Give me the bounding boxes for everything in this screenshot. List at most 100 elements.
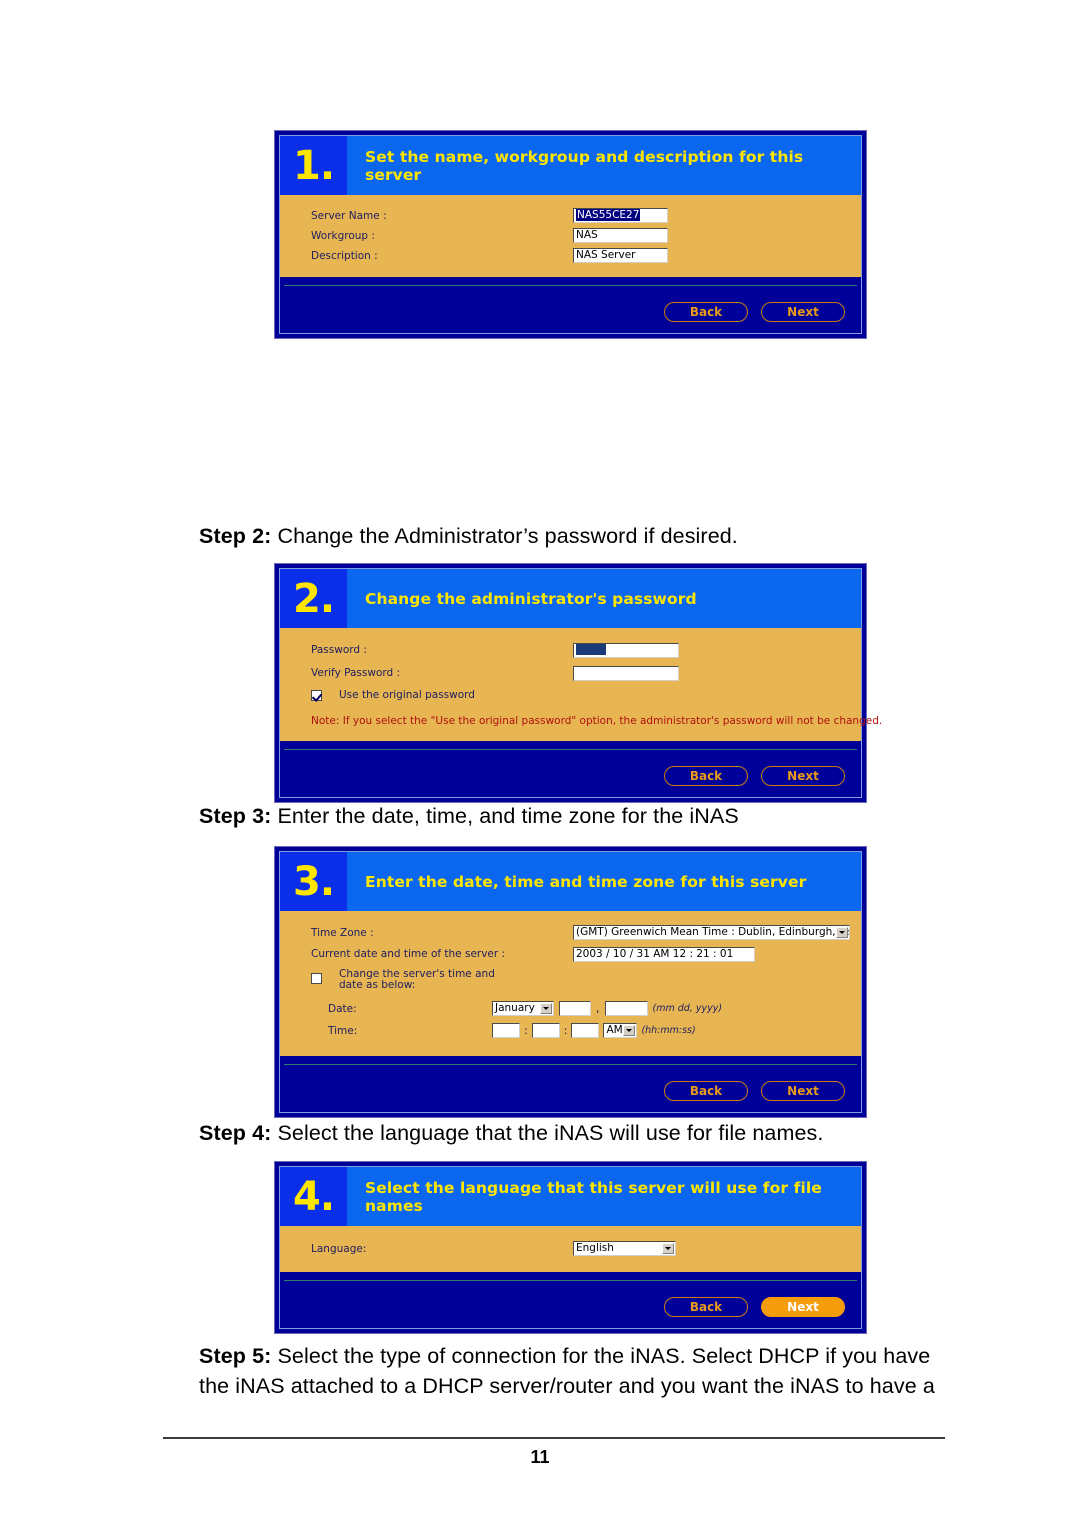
wizard-3-title: Enter the date, time and time zone for t…: [365, 872, 807, 891]
date-label: Date:: [328, 1002, 357, 1015]
wizard-4-footer: Back Next: [280, 1272, 861, 1328]
timezone-value: (GMT) Greenwich Mean Time : Dublin, Edin…: [576, 926, 849, 938]
wizard-4-body: Language: English: [280, 1226, 861, 1272]
wizard-3-inner: 3. Enter the date, time and time zone fo…: [279, 851, 862, 1113]
step-4-label: Step 4:: [199, 1121, 272, 1145]
wizard-1-footer: Back Next: [280, 277, 861, 333]
use-original-password-checkbox[interactable]: [311, 689, 322, 701]
server-name-input[interactable]: NAS55CE27: [573, 208, 668, 223]
wizard-2-back-button[interactable]: Back: [664, 766, 748, 786]
wizard-1-step-number: 1.: [280, 136, 347, 195]
time-hour-input[interactable]: [492, 1023, 520, 1038]
date-format-hint: (mm dd, yyyy): [652, 1003, 723, 1014]
password-row: Password :: [280, 639, 861, 661]
wizard-4-next-button[interactable]: Next: [761, 1297, 845, 1317]
password-input[interactable]: [573, 642, 679, 658]
paragraph-step-3: Step 3: Enter the date, time, and time z…: [199, 801, 919, 831]
language-field-wrap: English: [573, 1241, 676, 1256]
wizard-3-next-button[interactable]: Next: [761, 1081, 845, 1101]
paragraph-step-4: Step 4: Select the language that the iNA…: [199, 1118, 959, 1148]
language-value: English: [576, 1242, 614, 1254]
time-meridiem-select[interactable]: AM: [603, 1023, 638, 1038]
date-year-input[interactable]: [604, 1001, 648, 1016]
wizard-4-title: Select the language that this server wil…: [365, 1178, 822, 1215]
verify-password-label: Verify Password :: [311, 667, 401, 679]
step-2-label: Step 2:: [199, 524, 272, 548]
step-3-label: Step 3:: [199, 804, 272, 828]
step-5-label: Step 5:: [199, 1344, 272, 1368]
wizard-2-title: Change the administrator's password: [365, 589, 697, 608]
time-colon-1: :: [524, 1024, 528, 1037]
chevron-down-icon[interactable]: [662, 1243, 674, 1254]
wizard-2-inner: 2. Change the administrator's password P…: [279, 568, 882, 798]
current-datetime-field-wrap: 2003 / 10 / 31 AM 12 : 21 : 01: [573, 946, 755, 962]
change-datetime-checkbox[interactable]: [311, 973, 322, 984]
wizard-1-back-button[interactable]: Back: [664, 302, 748, 322]
description-input[interactable]: NAS Server: [573, 248, 668, 263]
time-second-input[interactable]: [571, 1023, 600, 1038]
workgroup-row: Workgroup : NAS: [280, 226, 861, 245]
server-name-value: NAS55CE27: [576, 209, 641, 221]
date-day-input[interactable]: [559, 1001, 591, 1016]
current-datetime-input[interactable]: 2003 / 10 / 31 AM 12 : 21 : 01: [573, 946, 755, 962]
language-select[interactable]: English: [573, 1241, 676, 1256]
wizard-3-header: 3. Enter the date, time and time zone fo…: [280, 852, 861, 911]
timezone-row: Time Zone : (GMT) Greenwich Mean Time : …: [280, 922, 861, 943]
password-field-wrap: [573, 642, 679, 658]
date-row: Date: January , (mm dd, yyyy): [280, 998, 861, 1019]
wizard-3-footer: Back Next: [280, 1056, 861, 1112]
current-datetime-row: Current date and time of the server : 20…: [280, 944, 861, 964]
change-datetime-row[interactable]: Change the server's time and date as bel…: [280, 965, 861, 997]
wizard-2-button-row: Back Next: [664, 766, 845, 786]
chevron-down-icon[interactable]: [540, 1003, 552, 1014]
paragraph-step-5: Step 5: Select the type of connection fo…: [199, 1341, 949, 1401]
wizard-1-inner: 1. Set the name, workgroup and descripti…: [279, 135, 862, 334]
time-label: Time:: [328, 1024, 358, 1037]
wizard-1-title: Set the name, workgroup and description …: [365, 147, 804, 184]
timezone-select[interactable]: (GMT) Greenwich Mean Time : Dublin, Edin…: [573, 925, 850, 940]
password-masked-value: [576, 643, 606, 655]
time-controls: : : AM (hh:mm:ss): [492, 1023, 696, 1038]
workgroup-label: Workgroup :: [311, 229, 375, 242]
wizard-2-next-button[interactable]: Next: [761, 766, 845, 786]
use-original-password-row[interactable]: Use the original password: [280, 685, 861, 705]
step-5-text: Select the type of connection for the iN…: [199, 1344, 935, 1398]
wizard-2-header: 2. Change the administrator's password: [280, 569, 861, 628]
time-minute-input[interactable]: [531, 1023, 560, 1038]
wizard-1-next-button[interactable]: Next: [761, 302, 845, 322]
verify-password-row: Verify Password :: [280, 662, 861, 684]
date-month-select[interactable]: January: [492, 1001, 554, 1016]
verify-password-input[interactable]: [573, 665, 679, 681]
verify-password-field-wrap: [573, 665, 679, 681]
change-datetime-label: Change the server's time and date as bel…: [339, 968, 495, 991]
wizard-panel-4: 4. Select the language that this server …: [274, 1161, 867, 1334]
time-format-hint: (hh:mm:ss): [641, 1025, 696, 1036]
date-comma-separator: ,: [596, 1002, 600, 1015]
server-name-row: Server Name : NAS55CE27: [280, 206, 861, 225]
wizard-3-body: Time Zone : (GMT) Greenwich Mean Time : …: [280, 911, 861, 1056]
step-2-text: Change the Administrator’s password if d…: [271, 524, 738, 548]
wizard-3-back-button[interactable]: Back: [664, 1081, 748, 1101]
wizard-panel-3: 3. Enter the date, time and time zone fo…: [274, 846, 867, 1118]
step-4-text: Select the language that the iNAS will u…: [271, 1121, 824, 1145]
time-meridiem-value: AM: [606, 1024, 623, 1036]
password-label: Password :: [311, 644, 367, 656]
page-number: 11: [530, 1447, 550, 1467]
wizard-3-step-number: 3.: [280, 852, 347, 911]
footer-divider: [163, 1437, 945, 1439]
timezone-field-wrap: (GMT) Greenwich Mean Time : Dublin, Edin…: [573, 925, 850, 940]
language-row: Language: English: [280, 1239, 861, 1258]
wizard-4-inner: 4. Select the language that this server …: [279, 1166, 862, 1329]
wizard-4-back-button[interactable]: Back: [664, 1297, 748, 1317]
wizard-panel-1: 1. Set the name, workgroup and descripti…: [274, 130, 867, 339]
workgroup-input[interactable]: NAS: [573, 228, 668, 243]
chevron-down-icon[interactable]: [623, 1025, 636, 1036]
wizard-2-step-number: 2.: [280, 569, 347, 628]
step-3-text: Enter the date, time, and time zone for …: [271, 804, 739, 828]
wizard-4-button-row: Back Next: [664, 1297, 845, 1317]
wizard-4-header: 4. Select the language that this server …: [280, 1167, 861, 1226]
chevron-down-icon[interactable]: [836, 927, 848, 938]
language-label: Language:: [311, 1242, 367, 1255]
workgroup-field-wrap: NAS: [573, 228, 668, 243]
use-original-password-label: Use the original password: [339, 689, 475, 701]
